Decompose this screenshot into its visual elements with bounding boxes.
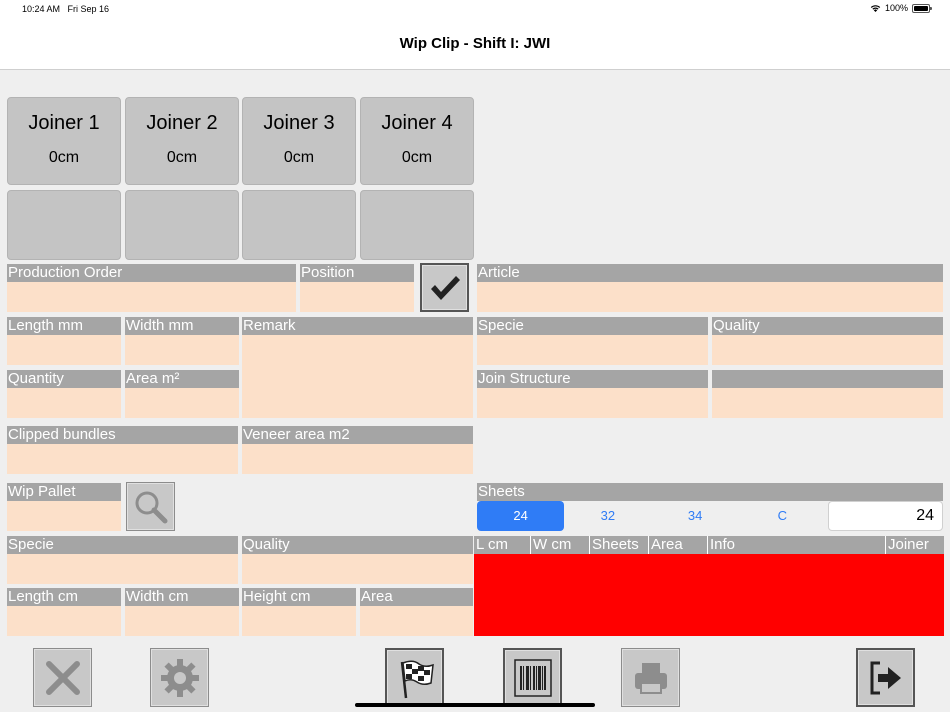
pallet-quality-field[interactable]: [242, 554, 473, 584]
printer-icon: [634, 662, 667, 694]
quantity-label: Quantity: [7, 370, 121, 388]
width-mm-field[interactable]: [125, 335, 239, 365]
print-button[interactable]: [621, 648, 680, 707]
sheets-option-c[interactable]: C: [739, 501, 826, 531]
confirm-button[interactable]: [420, 263, 469, 312]
veneer-area-label: Veneer area m2: [242, 426, 473, 444]
sheets-option-32[interactable]: 32: [564, 501, 651, 531]
length-mm-field[interactable]: [7, 335, 121, 365]
position-field[interactable]: [300, 282, 414, 312]
nav-bar: Wip Clip - Shift I: JWI: [0, 18, 950, 70]
joiner-card-2[interactable]: Joiner 2 0cm: [125, 97, 239, 185]
height-cm-field[interactable]: [242, 606, 356, 636]
column-header-joiner[interactable]: Joiner: [886, 536, 944, 554]
joiner-value: 0cm: [283, 149, 315, 166]
production-order-field[interactable]: [7, 282, 296, 312]
exit-button[interactable]: [856, 648, 915, 707]
area-m2-label: Area m²: [125, 370, 239, 388]
joiner-slot-empty[interactable]: [242, 190, 356, 260]
sheets-segmented-control[interactable]: 24 32 34 C: [477, 501, 826, 531]
joiner-value: 0cm: [48, 149, 80, 166]
article-field[interactable]: [477, 282, 943, 312]
area-label: Area: [360, 588, 473, 606]
clipped-bundles-field[interactable]: [7, 444, 238, 474]
column-header-info[interactable]: Info: [708, 536, 886, 554]
quantity-field[interactable]: [7, 388, 121, 418]
joiner-slot-empty[interactable]: [7, 190, 121, 260]
width-cm-field[interactable]: [125, 606, 239, 636]
barcode-button[interactable]: [503, 648, 562, 707]
join-structure-label: Join Structure: [477, 370, 708, 388]
sheets-option-24[interactable]: 24: [477, 501, 565, 531]
battery-icon: [912, 3, 932, 13]
quality-label: Quality: [712, 317, 943, 335]
height-cm-label: Height cm: [242, 588, 356, 606]
joiner-slot-empty[interactable]: [125, 190, 239, 260]
sheets-table-header: L cm W cm Sheets Area Info Joiner: [474, 536, 944, 554]
position-label: Position: [300, 264, 414, 282]
joiner-card-4[interactable]: Joiner 4 0cm: [360, 97, 474, 185]
joiner-card-3[interactable]: Joiner 3 0cm: [242, 97, 356, 185]
finish-button[interactable]: [385, 648, 444, 707]
sheets-count-input[interactable]: 24: [828, 501, 943, 531]
wip-pallet-label: Wip Pallet: [7, 483, 121, 501]
joiner-name: Joiner 3: [263, 112, 335, 134]
x-icon: [45, 660, 80, 695]
blank-field[interactable]: [712, 388, 943, 418]
area-field[interactable]: [360, 606, 473, 636]
specie-label: Specie: [477, 317, 708, 335]
wip-pallet-field[interactable]: [7, 501, 121, 531]
status-bar: 10:24 AM Fri Sep 16 100%: [0, 0, 950, 18]
home-indicator: [355, 703, 595, 707]
pallet-specie-label: Specie: [7, 536, 238, 554]
remark-field[interactable]: [242, 335, 473, 418]
status-time: 10:24 AM Fri Sep 16: [22, 4, 110, 14]
joiner-value: 0cm: [166, 149, 198, 166]
clipped-bundles-label: Clipped bundles: [7, 426, 238, 444]
area-m2-field[interactable]: [125, 388, 239, 418]
joiner-name: Joiner 1: [28, 112, 100, 134]
cancel-button[interactable]: [33, 648, 92, 707]
page-title: Wip Clip - Shift I: JWI: [399, 35, 551, 52]
joiner-value: 0cm: [401, 149, 433, 166]
pallet-specie-field[interactable]: [7, 554, 238, 584]
length-cm-field[interactable]: [7, 606, 121, 636]
sheets-label: Sheets: [477, 483, 943, 501]
veneer-area-field[interactable]: [242, 444, 473, 474]
magnifier-icon: [135, 491, 167, 523]
gear-icon: [160, 658, 199, 697]
column-header-area[interactable]: Area: [649, 536, 708, 554]
blank-label: [712, 370, 943, 388]
settings-button[interactable]: [150, 648, 209, 707]
joiner-name: Joiner 4: [381, 112, 453, 134]
length-cm-label: Length cm: [7, 588, 121, 606]
status-right: 100%: [870, 3, 932, 13]
specie-field[interactable]: [477, 335, 708, 365]
length-mm-label: Length mm: [7, 317, 121, 335]
column-header-sheets[interactable]: Sheets: [590, 536, 649, 554]
join-structure-field[interactable]: [477, 388, 708, 418]
sheets-option-34[interactable]: 34: [652, 501, 739, 531]
sheets-table-body[interactable]: [474, 554, 944, 636]
article-label: Article: [477, 264, 943, 282]
search-pallet-button[interactable]: [126, 482, 175, 531]
width-mm-label: Width mm: [125, 317, 239, 335]
width-cm-label: Width cm: [125, 588, 239, 606]
production-order-label: Production Order: [7, 264, 296, 282]
quality-field[interactable]: [712, 335, 943, 365]
exit-icon: [870, 661, 901, 694]
remark-label: Remark: [242, 317, 473, 335]
pallet-quality-label: Quality: [242, 536, 473, 554]
joiner-card-1[interactable]: Joiner 1 0cm: [7, 97, 121, 185]
joiner-name: Joiner 2: [146, 112, 218, 134]
joiner-slot-empty[interactable]: [360, 190, 474, 260]
battery-percent: 100%: [884, 3, 908, 13]
column-header-w-cm[interactable]: W cm: [531, 536, 590, 554]
checkered-flag-icon: [400, 660, 434, 698]
barcode-icon: [513, 658, 552, 697]
wifi-icon: [870, 5, 881, 12]
checkmark-icon: [430, 275, 460, 300]
column-header-l-cm[interactable]: L cm: [474, 536, 531, 554]
